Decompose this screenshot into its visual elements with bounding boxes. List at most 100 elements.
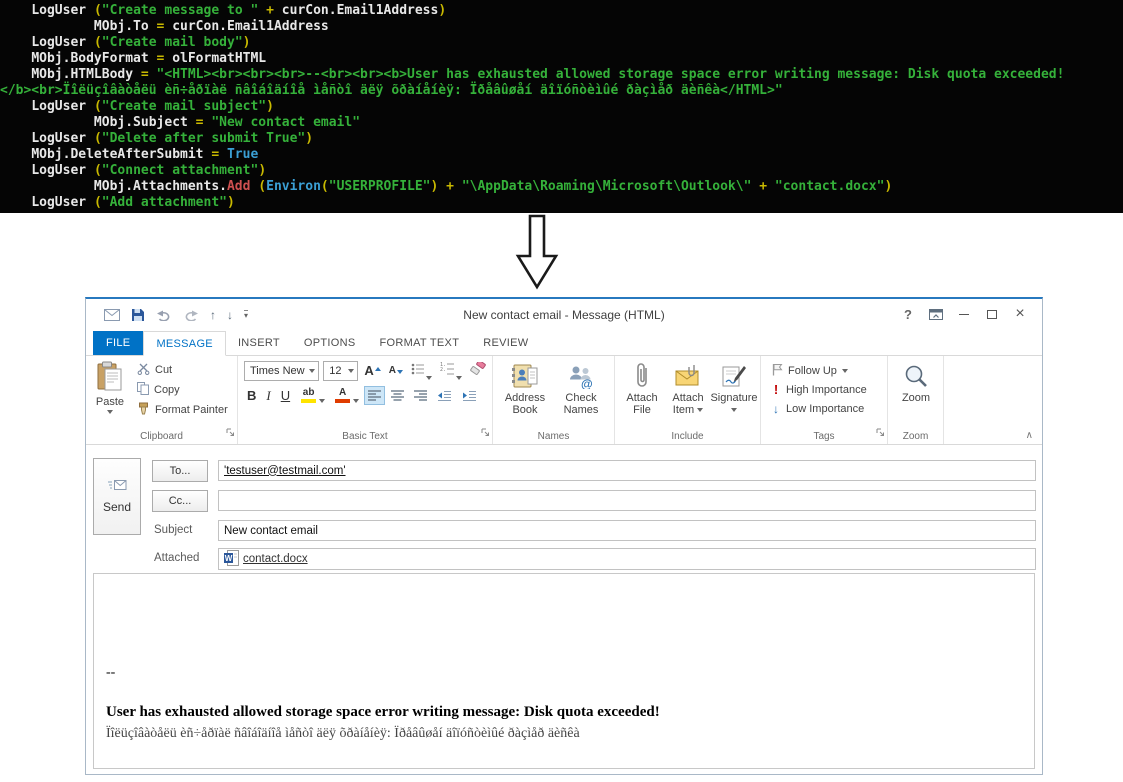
attached-field[interactable]: W contact.docx <box>218 548 1036 570</box>
code-line: LogUser ("Create mail subject") <box>0 99 1123 115</box>
italic-button[interactable]: I <box>263 389 273 402</box>
code-line: MObj.HTMLBody = "<HTML><br><br><br>--<br… <box>0 67 1123 83</box>
tab-file[interactable]: FILE <box>93 331 143 355</box>
check-names-icon: @ <box>568 360 594 392</box>
address-book-button[interactable]: Address Book <box>497 358 553 416</box>
include-group-label: Include <box>615 431 760 442</box>
paste-dropdown-icon <box>107 410 113 414</box>
format-painter-icon <box>137 402 150 418</box>
qat-customize-icon[interactable]: ▾ <box>244 310 248 320</box>
send-button[interactable]: Send <box>93 458 141 535</box>
numbering-button[interactable]: 1.2. <box>438 361 464 381</box>
paste-label: Paste <box>96 396 124 408</box>
highlight-color-bar <box>301 399 316 403</box>
cc-button[interactable]: Cc... <box>152 490 208 512</box>
font-name-select[interactable]: Times New <box>244 361 319 381</box>
message-body[interactable]: -- User has exhausted allowed storage sp… <box>93 573 1035 769</box>
send-icon <box>108 479 127 494</box>
attachment-chip[interactable]: W contact.docx <box>224 550 308 569</box>
copy-button[interactable]: Copy <box>133 380 232 400</box>
clear-formatting-icon <box>470 362 486 380</box>
align-right-icon <box>414 390 427 401</box>
ribbon-group-tags: Follow Up ! High Importance ↓ Low Import… <box>761 356 888 444</box>
close-button[interactable]: × <box>1006 303 1034 325</box>
to-button[interactable]: To... <box>152 460 208 482</box>
attached-label: Attached <box>154 552 199 564</box>
font-color-button[interactable]: A <box>331 387 361 404</box>
code-line: MObj.BodyFormat = olFormatHTML <box>0 51 1123 67</box>
help-button[interactable]: ? <box>894 303 922 325</box>
low-importance-icon: ↓ <box>771 402 781 416</box>
word-document-icon: W <box>224 550 239 569</box>
high-importance-icon: ! <box>771 382 781 397</box>
code-line: </b><br>Ïîëüçîâàòåëü èñ÷åðïàë ñâîáîäíîå … <box>0 83 1123 99</box>
next-item-icon[interactable]: ↓ <box>227 309 233 321</box>
align-right-button[interactable] <box>411 387 430 404</box>
cut-button[interactable]: Cut <box>133 360 232 380</box>
decrease-indent-button[interactable] <box>434 387 455 405</box>
svg-text:W: W <box>225 554 233 563</box>
low-importance-button[interactable]: ↓ Low Importance <box>765 399 885 418</box>
tab-options[interactable]: OPTIONS <box>292 331 368 355</box>
signature-icon <box>721 360 747 392</box>
attach-file-button[interactable]: Attach File <box>619 358 665 416</box>
previous-item-icon[interactable]: ↑ <box>210 309 216 321</box>
cc-field[interactable] <box>218 490 1036 511</box>
clipboard-dialog-launcher[interactable] <box>225 424 235 442</box>
clear-formatting-button[interactable] <box>468 361 488 381</box>
undo-icon[interactable] <box>156 309 172 321</box>
attachment-name[interactable]: contact.docx <box>243 553 308 565</box>
attach-item-button[interactable]: Attach Item <box>665 358 711 416</box>
subject-field[interactable]: New contact email <box>218 520 1036 541</box>
code-line: LogUser ("Delete after submit True") <box>0 131 1123 147</box>
chevron-down-icon <box>348 369 354 373</box>
bold-button[interactable]: B <box>244 389 259 402</box>
maximize-button[interactable] <box>978 303 1006 325</box>
address-book-icon <box>512 360 538 392</box>
increase-indent-button[interactable] <box>459 387 480 405</box>
high-importance-button[interactable]: ! High Importance <box>765 380 885 399</box>
code-terminal: LogUser ("Create message to " + curCon.E… <box>0 0 1123 213</box>
code-line: MObj.DeleteAfterSubmit = True <box>0 147 1123 163</box>
follow-up-button[interactable]: Follow Up <box>765 361 885 380</box>
tab-message[interactable]: MESSAGE <box>143 331 226 356</box>
to-recipient[interactable]: 'testuser@testmail.com' <box>224 465 346 477</box>
font-size-select[interactable]: 12 <box>323 361 358 381</box>
minimize-button[interactable] <box>950 303 978 325</box>
decrease-indent-icon <box>437 390 452 402</box>
shrink-font-button[interactable]: A <box>387 365 405 377</box>
basic-text-group-label: Basic Text <box>238 431 492 442</box>
save-icon[interactable] <box>131 308 145 322</box>
collapse-ribbon-button[interactable]: ∧ <box>1026 430 1033 441</box>
message-system-icon[interactable] <box>104 309 120 321</box>
window-controls: ? × <box>894 303 1034 325</box>
signature-button[interactable]: Signature <box>711 358 757 416</box>
format-painter-button[interactable]: Format Painter <box>133 400 232 420</box>
paperclip-icon <box>635 360 649 392</box>
tab-insert[interactable]: INSERT <box>226 331 292 355</box>
code-line: LogUser ("Connect attachment") <box>0 163 1123 179</box>
paste-button[interactable]: Paste <box>90 358 130 420</box>
ribbon-group-basic-text: Times New 12 A A 1.2. B I U ab <box>238 356 493 444</box>
bullets-button[interactable] <box>409 361 434 381</box>
underline-button[interactable]: U <box>278 389 293 402</box>
align-left-button[interactable] <box>365 387 384 404</box>
align-center-button[interactable] <box>388 387 407 404</box>
to-field[interactable]: 'testuser@testmail.com' <box>218 460 1036 481</box>
code-line: LogUser ("Create message to " + curCon.E… <box>0 3 1123 19</box>
tags-dialog-launcher[interactable] <box>875 424 885 442</box>
zoom-button[interactable]: Zoom <box>892 358 940 404</box>
redo-icon[interactable] <box>183 309 199 321</box>
flag-icon <box>771 363 783 379</box>
basic-text-dialog-launcher[interactable] <box>480 424 490 442</box>
check-names-button[interactable]: @ Check Names <box>553 358 609 416</box>
grow-font-icon <box>375 367 381 371</box>
magnifier-icon <box>903 360 929 392</box>
grow-font-button[interactable]: A <box>362 363 382 378</box>
text-highlight-button[interactable]: ab <box>297 387 327 404</box>
align-center-icon <box>391 390 404 401</box>
tab-review[interactable]: REVIEW <box>471 331 540 355</box>
tab-format-text[interactable]: FORMAT TEXT <box>368 331 472 355</box>
ribbon-display-options-button[interactable] <box>922 303 950 325</box>
code-line: MObj.Attachments.Add (Environ("USERPROFI… <box>0 179 1123 195</box>
